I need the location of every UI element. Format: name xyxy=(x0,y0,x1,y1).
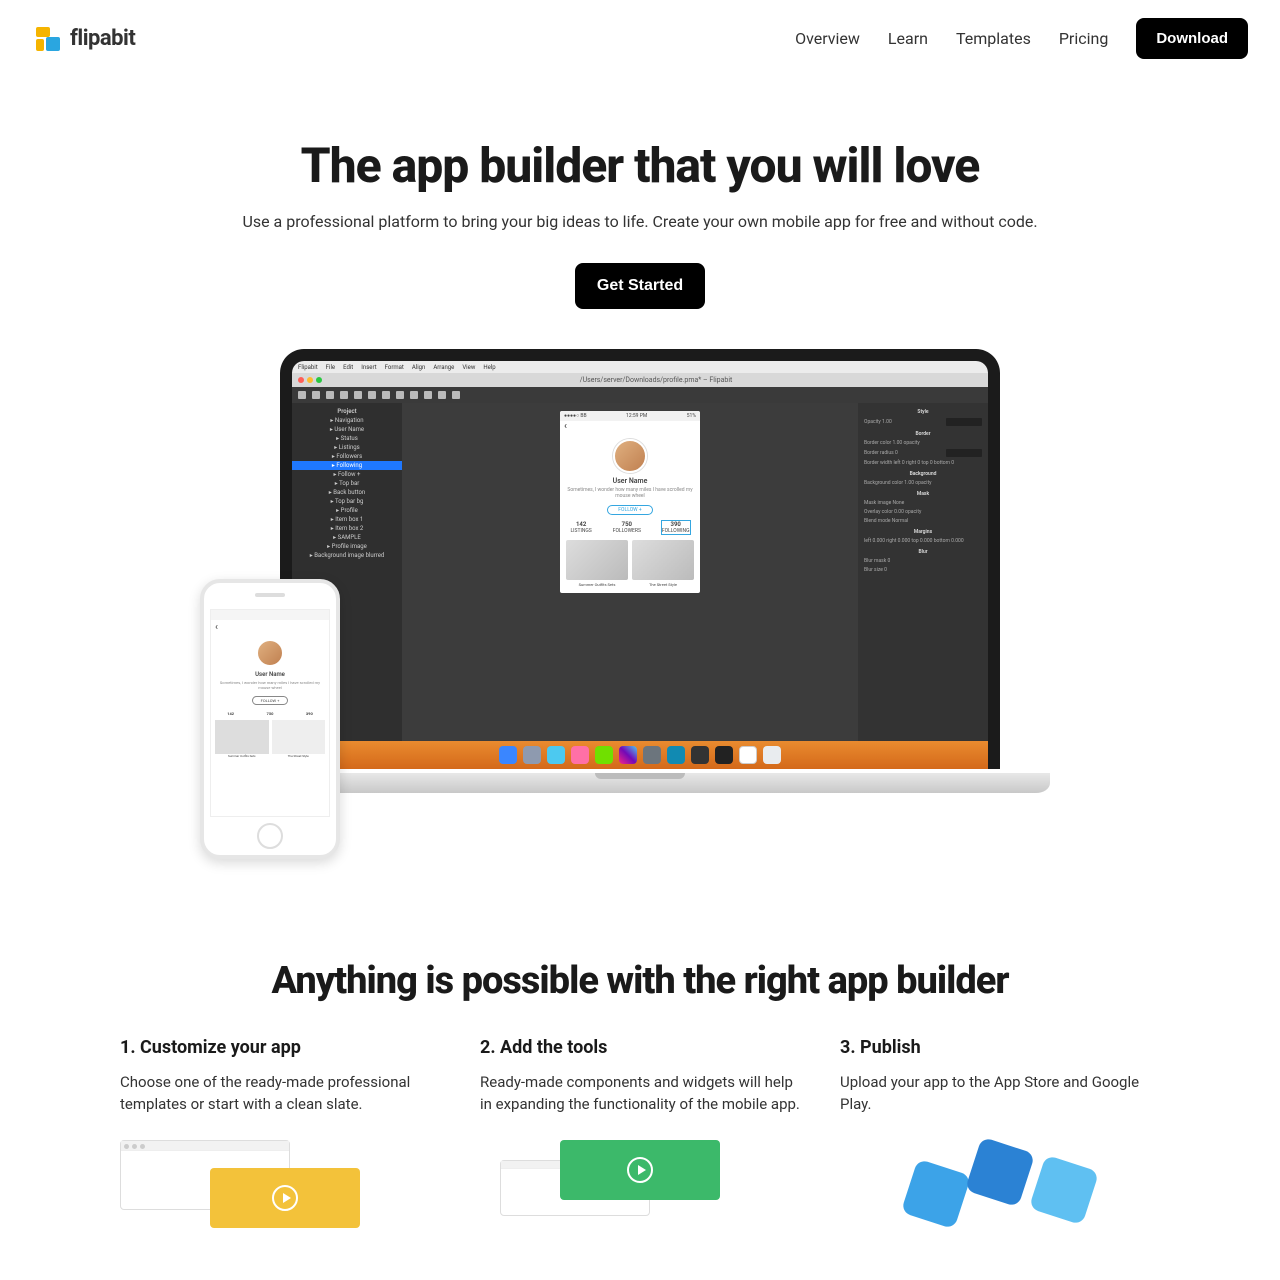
tree-row[interactable]: ▸ Item box 1 xyxy=(292,515,402,524)
laptop-base xyxy=(230,773,1050,793)
preview-bio: Sometimes, I wonder how many miles I hav… xyxy=(566,487,694,499)
editor-menubar: FlipabitFile EditInsert FormatAlign Arra… xyxy=(292,361,988,373)
tree-row[interactable]: ▸ Following xyxy=(292,461,402,470)
canvas: ●●●●○ BB12:59 PM51% ‹ User Name Sometime… xyxy=(402,403,858,769)
play-icon xyxy=(272,1185,298,1211)
macos-dock xyxy=(292,741,988,769)
preview-stats: 142LISTINGS 750FOLLOWERS 390FOLLOWING xyxy=(560,521,700,534)
logo-text: flipabit xyxy=(70,26,135,51)
iphone-mockup: ‹ User Name Sometimes, I wonder how many… xyxy=(200,579,340,859)
tree-row[interactable]: ▸ Item box 2 xyxy=(292,524,402,533)
tree-row[interactable]: ▸ Navigation xyxy=(292,416,402,425)
step-1: 1. Customize your app Choose one of the … xyxy=(120,1037,440,1220)
inspector-panel: Style Opacity 1.00 Border Border color 1… xyxy=(858,403,988,769)
play-icon xyxy=(627,1157,653,1183)
tree-row[interactable]: ▸ Listings xyxy=(292,443,402,452)
phone-preview: ●●●●○ BB12:59 PM51% ‹ User Name Sometime… xyxy=(560,411,700,593)
follow-button: FOLLOW + xyxy=(607,505,652,515)
tree-row[interactable]: ▸ User Name xyxy=(292,425,402,434)
step-title: 2. Add the tools xyxy=(480,1037,800,1058)
tree-row[interactable]: ▸ Top bar bg xyxy=(292,497,402,506)
section-title: Anything is possible with the right app … xyxy=(120,959,1160,1003)
nav-templates[interactable]: Templates xyxy=(956,29,1031,48)
primary-nav: Overview Learn Templates Pricing Downloa… xyxy=(795,18,1248,59)
logo-icon xyxy=(36,27,60,51)
window-titlebar: /Users/server/Downloads/profile.pma* – F… xyxy=(292,373,988,387)
window-title: /Users/server/Downloads/profile.pma* – F… xyxy=(330,376,982,384)
tree-row[interactable]: ▸ Status xyxy=(292,434,402,443)
preview-username: User Name xyxy=(560,477,700,485)
site-header: flipabit Overview Learn Templates Pricin… xyxy=(0,0,1280,77)
hero-title: The app builder that you will love xyxy=(40,137,1240,194)
tree-row[interactable]: ▸ Profile xyxy=(292,506,402,515)
step-illustration xyxy=(120,1140,440,1220)
back-icon: ‹ xyxy=(560,421,700,433)
step-illustration xyxy=(480,1140,800,1220)
get-started-button[interactable]: Get Started xyxy=(575,263,705,309)
tree-row[interactable]: ▸ Top bar xyxy=(292,479,402,488)
step-desc: Upload your app to the App Store and Goo… xyxy=(840,1072,1160,1116)
step-title: 3. Publish xyxy=(840,1037,1160,1058)
step-3: 3. Publish Upload your app to the App St… xyxy=(840,1037,1160,1220)
download-button[interactable]: Download xyxy=(1136,18,1248,59)
logo[interactable]: flipabit xyxy=(36,26,135,51)
nav-overview[interactable]: Overview xyxy=(795,29,860,48)
editor-toolbar xyxy=(292,387,988,403)
step-desc: Ready-made components and widgets will h… xyxy=(480,1072,800,1116)
tree-row[interactable]: ▸ Back button xyxy=(292,488,402,497)
tree-row[interactable]: ▸ Followers xyxy=(292,452,402,461)
tree-row[interactable]: ▸ Background image blurred xyxy=(292,551,402,560)
avatar xyxy=(613,439,647,473)
tree-row[interactable]: ▸ SAMPLE xyxy=(292,533,402,542)
how-it-works-section: Anything is possible with the right app … xyxy=(0,849,1280,1220)
tree-row[interactable]: ▸ Profile image xyxy=(292,542,402,551)
product-showcase: FlipabitFile EditInsert FormatAlign Arra… xyxy=(210,349,1070,829)
hero-subtitle: Use a professional platform to bring you… xyxy=(40,212,1240,231)
laptop-mockup: FlipabitFile EditInsert FormatAlign Arra… xyxy=(280,349,1000,789)
home-button-icon xyxy=(257,823,283,849)
step-title: 1. Customize your app xyxy=(120,1037,440,1058)
step-2: 2. Add the tools Ready-made components a… xyxy=(480,1037,800,1220)
step-illustration xyxy=(840,1140,1160,1220)
step-desc: Choose one of the ready-made professiona… xyxy=(120,1072,440,1116)
nav-pricing[interactable]: Pricing xyxy=(1059,29,1109,48)
nav-learn[interactable]: Learn xyxy=(888,29,928,48)
tree-row[interactable]: ▸ Follow + xyxy=(292,470,402,479)
hero-section: The app builder that you will love Use a… xyxy=(0,77,1280,849)
